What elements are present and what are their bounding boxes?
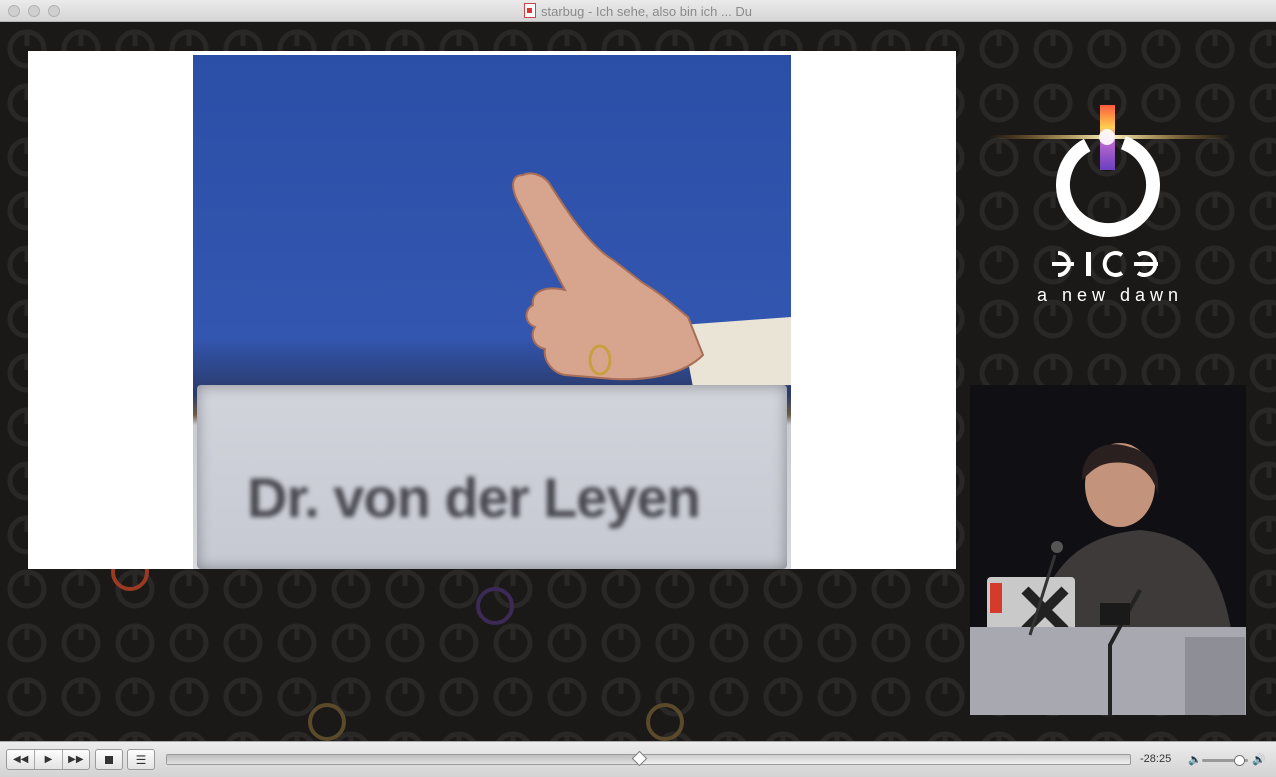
transport-buttons: ◀◀ ▶ ▶▶ [6,749,90,770]
pointing-hand-image [512,172,791,387]
volume-slider[interactable] [1202,755,1248,766]
stop-button-group [95,749,123,770]
volume-high-icon[interactable]: 🔊 [1252,753,1266,766]
play-button[interactable]: ▶ [34,750,61,769]
remaining-time: -28:25 [1140,753,1172,765]
seek-bar-progress [167,755,639,764]
fast-forward-icon: ▶▶ [68,754,84,765]
window-title: starbug - Ich sehe, also bin ich ... Du [541,4,752,19]
rewind-icon: ◀◀ [12,754,29,765]
video-frame[interactable]: Dr. von der Leyen a new dawn [0,22,1276,741]
nameplate-text: Dr. von der Leyen [247,466,701,529]
stop-button[interactable] [96,750,122,769]
playlist-button-group: ☰ [127,749,155,770]
document-icon [524,3,536,18]
playlist-icon: ☰ [135,752,147,767]
title-bar: starbug - Ich sehe, also bin ich ... Du [0,0,1276,22]
volume-low-icon[interactable]: 🔈 [1188,753,1202,766]
logo-tagline: a new dawn [1036,285,1184,305]
window-title-area: starbug - Ich sehe, also bin ich ... Du [0,3,1276,19]
speaker-camera-inset [970,385,1246,715]
volume-slider-handle[interactable] [1233,755,1245,766]
speaker-image [970,385,1246,715]
play-icon: ▶ [44,754,53,765]
playlist-button[interactable]: ☰ [128,750,154,769]
rewind-button[interactable]: ◀◀ [7,750,34,769]
logo-wordmark [990,247,1230,281]
slide-photo: Dr. von der Leyen [193,55,791,569]
nameplate: Dr. von der Leyen [197,385,787,569]
playback-controls-bar: ◀◀ ▶ ▶▶ ☰ -28:25 🔈 🔊 [0,741,1276,777]
fast-forward-button[interactable]: ▶▶ [61,750,89,769]
presentation-slide: Dr. von der Leyen [28,51,956,569]
stop-icon [105,755,113,764]
seek-bar[interactable] [166,750,1131,767]
